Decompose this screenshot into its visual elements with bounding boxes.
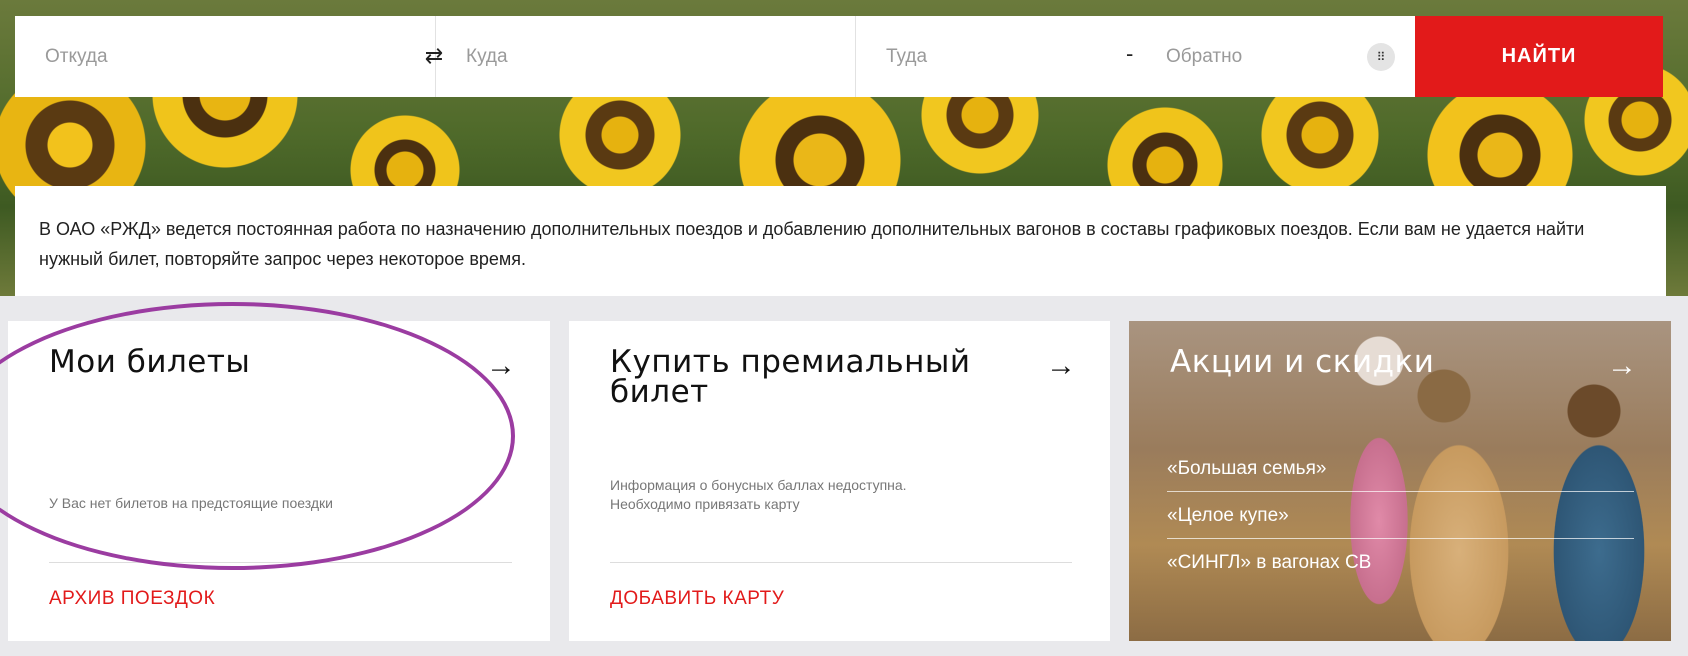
bonus-info-line2: Необходимо привязать карту bbox=[610, 496, 800, 512]
arrow-right-icon[interactable]: → bbox=[1607, 351, 1637, 381]
no-tickets-text: У Вас нет билетов на предстоящие поездки bbox=[49, 495, 333, 511]
promo-item[interactable]: «Большая семья» bbox=[1167, 445, 1634, 492]
to-field[interactable]: Куда bbox=[435, 16, 855, 97]
premium-ticket-title[interactable]: Купить премиальный билет bbox=[610, 347, 990, 408]
trip-archive-link[interactable]: АРХИВ ПОЕЗДОК bbox=[49, 588, 215, 610]
arrow-right-icon[interactable]: → bbox=[486, 351, 516, 381]
to-placeholder: Куда bbox=[466, 45, 508, 67]
date-back-placeholder: Обратно bbox=[1166, 45, 1243, 67]
swap-icon[interactable]: ⇄ bbox=[421, 44, 447, 68]
arrow-right-icon[interactable]: → bbox=[1046, 351, 1076, 381]
date-separator: - bbox=[1126, 41, 1134, 66]
divider bbox=[49, 562, 512, 563]
notice-text: В ОАО «РЖД» ведется постоянная работа по… bbox=[39, 219, 1585, 269]
my-tickets-card: Мои билеты → У Вас нет билетов на предст… bbox=[8, 321, 550, 641]
promo-item[interactable]: «Целое купе» bbox=[1167, 492, 1634, 539]
promos-title[interactable]: Акции и скидки bbox=[1170, 347, 1434, 378]
from-placeholder: Откуда bbox=[45, 45, 108, 67]
my-tickets-title[interactable]: Мои билеты bbox=[49, 347, 250, 378]
divider bbox=[610, 562, 1072, 563]
date-field[interactable]: Туда - Обратно ⠿ bbox=[855, 16, 1415, 97]
promos-card: Акции и скидки → «Большая семья» «Целое … bbox=[1129, 321, 1671, 641]
add-card-link[interactable]: ДОБАВИТЬ КАРТУ bbox=[610, 588, 784, 610]
date-there-placeholder: Туда bbox=[886, 45, 928, 67]
promo-item[interactable]: «СИНГЛ» в вагонах СВ bbox=[1167, 539, 1634, 586]
calendar-icon[interactable]: ⠿ bbox=[1367, 43, 1395, 71]
search-bar: Откуда ⇄ Куда Туда - Обратно ⠿ НАЙТИ bbox=[15, 16, 1666, 97]
premium-ticket-card: Купить премиальный билет → Информация о … bbox=[569, 321, 1110, 641]
notice-panel: В ОАО «РЖД» ведется постоянная работа по… bbox=[15, 186, 1666, 296]
from-field[interactable]: Откуда ⇄ bbox=[15, 16, 443, 97]
bonus-info-line1: Информация о бонусных баллах недоступна. bbox=[610, 477, 907, 493]
find-button[interactable]: НАЙТИ bbox=[1415, 16, 1663, 97]
